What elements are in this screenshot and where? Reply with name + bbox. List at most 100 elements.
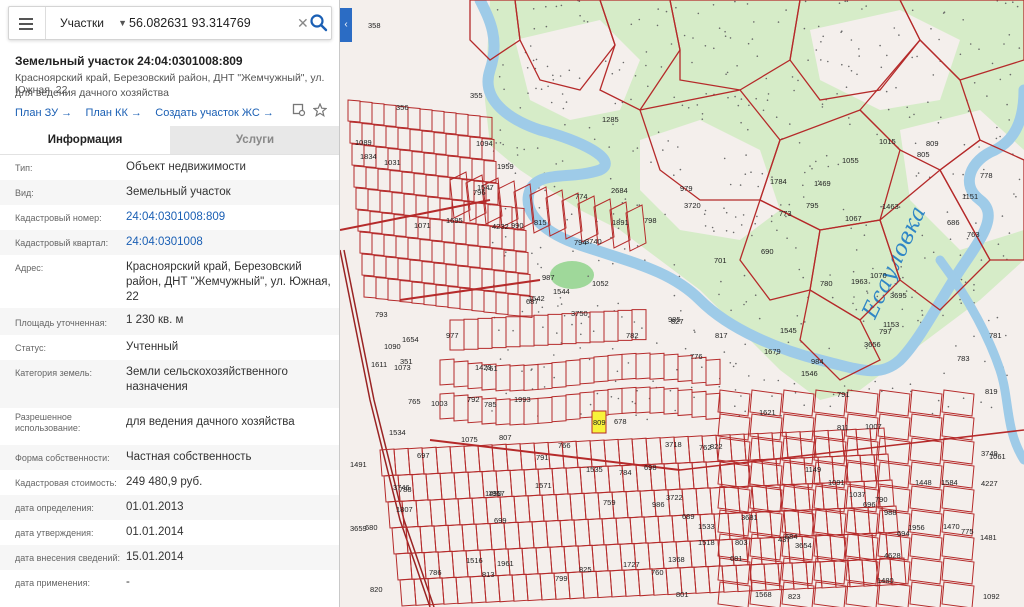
- parcel[interactable]: [439, 358, 455, 386]
- parcel[interactable]: [385, 256, 399, 280]
- parcel[interactable]: [663, 353, 679, 381]
- tab-info[interactable]: Информация: [0, 126, 170, 154]
- parcel[interactable]: [845, 454, 863, 483]
- parcel[interactable]: [441, 576, 459, 605]
- parcel[interactable]: [507, 293, 521, 317]
- parcel[interactable]: [439, 472, 457, 501]
- parcel[interactable]: [589, 311, 605, 343]
- parcel[interactable]: [447, 155, 461, 179]
- parcel[interactable]: [583, 492, 601, 521]
- parcel[interactable]: [677, 461, 695, 490]
- parcel[interactable]: [407, 106, 421, 131]
- parcel[interactable]: [483, 574, 501, 603]
- parcel[interactable]: [605, 543, 623, 572]
- parcel[interactable]: [623, 568, 641, 597]
- parcel[interactable]: [471, 496, 489, 525]
- parcel[interactable]: [443, 241, 457, 266]
- parcel[interactable]: [371, 102, 385, 126]
- parcel[interactable]: [425, 174, 439, 198]
- parcel[interactable]: [391, 526, 409, 555]
- parcel[interactable]: [461, 523, 479, 552]
- parcel[interactable]: [429, 218, 443, 242]
- parcel[interactable]: [447, 524, 465, 553]
- parcel[interactable]: [359, 231, 373, 255]
- parcel[interactable]: [397, 257, 411, 282]
- parcel[interactable]: [411, 150, 425, 175]
- parcel[interactable]: [435, 153, 449, 178]
- parcel[interactable]: [717, 389, 751, 417]
- parcel[interactable]: [361, 253, 375, 277]
- parcel[interactable]: [501, 227, 515, 251]
- parcel[interactable]: [621, 386, 637, 414]
- parcel[interactable]: [707, 565, 725, 594]
- clear-icon[interactable]: ✕: [297, 15, 309, 32]
- parcel[interactable]: [377, 168, 391, 192]
- parcel[interactable]: [449, 445, 467, 474]
- search-icon[interactable]: [309, 13, 329, 33]
- parcel[interactable]: [493, 269, 507, 294]
- parcel[interactable]: [587, 518, 605, 547]
- parcel[interactable]: [533, 314, 549, 346]
- parcel[interactable]: [575, 440, 593, 469]
- parcel[interactable]: [909, 533, 943, 561]
- parcel[interactable]: [649, 352, 665, 380]
- parcel[interactable]: [593, 355, 609, 383]
- parcel[interactable]: [643, 515, 661, 544]
- parcel[interactable]: [421, 260, 435, 285]
- parcel[interactable]: [515, 250, 529, 275]
- parcel[interactable]: [471, 288, 485, 313]
- parcel[interactable]: [513, 228, 527, 253]
- parcel[interactable]: [411, 281, 425, 305]
- parcel[interactable]: [477, 444, 495, 473]
- parcel[interactable]: [607, 353, 623, 381]
- parcel[interactable]: [717, 485, 751, 513]
- parcel[interactable]: [573, 518, 591, 547]
- parcel[interactable]: [721, 564, 739, 593]
- parcel[interactable]: [691, 356, 707, 384]
- parcel[interactable]: [387, 278, 401, 302]
- parcel[interactable]: [457, 497, 475, 526]
- parcel[interactable]: [433, 131, 447, 156]
- parcel[interactable]: [445, 263, 459, 288]
- parcel[interactable]: [519, 442, 537, 471]
- parcel[interactable]: [469, 266, 483, 291]
- parcel[interactable]: [445, 133, 459, 157]
- parcel[interactable]: [691, 390, 707, 418]
- parcel[interactable]: [877, 461, 911, 489]
- parcel[interactable]: [395, 235, 409, 260]
- parcel[interactable]: [941, 557, 975, 585]
- parcel[interactable]: [381, 212, 395, 236]
- parcel[interactable]: [409, 259, 423, 283]
- parcel[interactable]: [475, 522, 493, 551]
- parcel[interactable]: [419, 108, 433, 132]
- parcel[interactable]: [465, 222, 479, 247]
- parcel[interactable]: [447, 285, 461, 310]
- parcel[interactable]: [509, 364, 525, 392]
- parcel[interactable]: [371, 232, 385, 257]
- parcel[interactable]: [563, 545, 581, 574]
- info-value-link[interactable]: 24:04:0301008:809: [126, 210, 331, 225]
- measure-icon[interactable]: [292, 103, 306, 117]
- parcel[interactable]: [477, 224, 491, 248]
- info-value-link[interactable]: 24:04:0301008: [126, 235, 331, 250]
- parcel[interactable]: [579, 357, 595, 385]
- parcel[interactable]: [607, 387, 623, 415]
- parcel[interactable]: [555, 493, 573, 522]
- parcel[interactable]: [401, 171, 415, 195]
- parcel[interactable]: [391, 191, 405, 216]
- parcel[interactable]: [941, 485, 975, 513]
- parcel[interactable]: [443, 111, 457, 135]
- parcel[interactable]: [845, 389, 879, 417]
- parcel[interactable]: [591, 544, 609, 573]
- parcel[interactable]: [427, 196, 441, 220]
- parcel[interactable]: [373, 124, 387, 148]
- parcel[interactable]: [567, 571, 585, 600]
- parcel[interactable]: [453, 394, 469, 422]
- parcel[interactable]: [347, 99, 361, 123]
- parcel[interactable]: [537, 362, 553, 390]
- parcel[interactable]: [455, 243, 469, 267]
- parcel[interactable]: [411, 473, 429, 502]
- parcel[interactable]: [385, 125, 399, 150]
- parcel[interactable]: [423, 152, 437, 176]
- parcel[interactable]: [467, 114, 481, 138]
